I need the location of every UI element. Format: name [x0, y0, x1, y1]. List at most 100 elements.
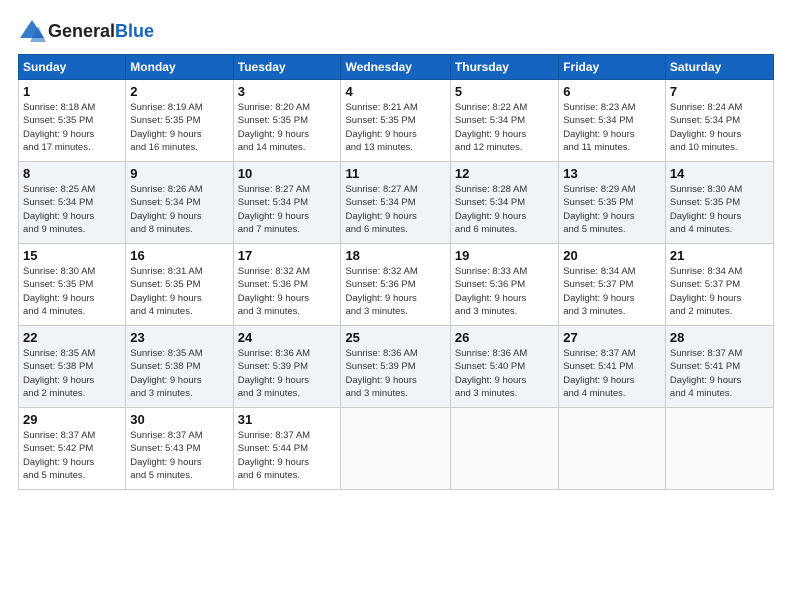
day-cell: 29 Sunrise: 8:37 AM Sunset: 5:42 PM Dayli…: [19, 408, 126, 490]
day-cell: 7 Sunrise: 8:24 AM Sunset: 5:34 PM Daylig…: [665, 80, 773, 162]
day-number: 17: [238, 248, 337, 263]
day-info: Sunrise: 8:37 AM Sunset: 5:41 PM Dayligh…: [670, 347, 769, 400]
day-cell: [341, 408, 450, 490]
calendar-header: Sunday Monday Tuesday Wednesday Thursday…: [19, 55, 774, 80]
calendar: Sunday Monday Tuesday Wednesday Thursday…: [18, 54, 774, 490]
day-cell: 4 Sunrise: 8:21 AM Sunset: 5:35 PM Daylig…: [341, 80, 450, 162]
day-number: 29: [23, 412, 121, 427]
day-info: Sunrise: 8:19 AM Sunset: 5:35 PM Dayligh…: [130, 101, 228, 154]
day-number: 25: [345, 330, 445, 345]
day-info: Sunrise: 8:28 AM Sunset: 5:34 PM Dayligh…: [455, 183, 554, 236]
day-number: 9: [130, 166, 228, 181]
day-number: 15: [23, 248, 121, 263]
week-row-3: 15Sunrise: 8:30 AM Sunset: 5:35 PM Dayli…: [19, 244, 774, 326]
day-info: Sunrise: 8:35 AM Sunset: 5:38 PM Dayligh…: [23, 347, 121, 400]
day-info: Sunrise: 8:20 AM Sunset: 5:35 PM Dayligh…: [238, 101, 337, 154]
day-cell: 2Sunrise: 8:19 AM Sunset: 5:35 PM Daylig…: [126, 80, 233, 162]
day-info: Sunrise: 8:26 AM Sunset: 5:34 PM Dayligh…: [130, 183, 228, 236]
day-number: 5: [455, 84, 554, 99]
day-cell: 1Sunrise: 8:18 AM Sunset: 5:35 PM Daylig…: [19, 80, 126, 162]
col-sunday: Sunday: [19, 55, 126, 80]
day-cell: 11 Sunrise: 8:27 AM Sunset: 5:34 PM Dayli…: [341, 162, 450, 244]
header-row: Sunday Monday Tuesday Wednesday Thursday…: [19, 55, 774, 80]
day-number: 6: [563, 84, 661, 99]
day-number: 13: [563, 166, 661, 181]
day-number: 23: [130, 330, 228, 345]
day-cell: 16Sunrise: 8:31 AM Sunset: 5:35 PM Dayli…: [126, 244, 233, 326]
day-number: 28: [670, 330, 769, 345]
day-cell: 17 Sunrise: 8:32 AM Sunset: 5:36 PM Dayli…: [233, 244, 341, 326]
day-cell: 10 Sunrise: 8:27 AM Sunset: 5:34 PM Dayli…: [233, 162, 341, 244]
col-wednesday: Wednesday: [341, 55, 450, 80]
day-info: Sunrise: 8:35 AM Sunset: 5:38 PM Dayligh…: [130, 347, 228, 400]
day-cell: [665, 408, 773, 490]
day-cell: 22 Sunrise: 8:35 AM Sunset: 5:38 PM Dayli…: [19, 326, 126, 408]
day-cell: 9 Sunrise: 8:26 AM Sunset: 5:34 PM Daylig…: [126, 162, 233, 244]
day-cell: 3 Sunrise: 8:20 AM Sunset: 5:35 PM Daylig…: [233, 80, 341, 162]
day-cell: 15Sunrise: 8:30 AM Sunset: 5:35 PM Dayli…: [19, 244, 126, 326]
col-monday: Monday: [126, 55, 233, 80]
day-cell: 25 Sunrise: 8:36 AM Sunset: 5:39 PM Dayli…: [341, 326, 450, 408]
day-cell: [450, 408, 558, 490]
page: GeneralBlue Sunday Monday Tuesday Wednes…: [0, 0, 792, 612]
day-cell: 14 Sunrise: 8:30 AM Sunset: 5:35 PM Dayli…: [665, 162, 773, 244]
logo-blue: Blue: [115, 21, 154, 41]
day-number: 26: [455, 330, 554, 345]
logo-general: General: [48, 21, 115, 41]
day-number: 11: [345, 166, 445, 181]
day-number: 10: [238, 166, 337, 181]
week-row-2: 8Sunrise: 8:25 AM Sunset: 5:34 PM Daylig…: [19, 162, 774, 244]
day-info: Sunrise: 8:33 AM Sunset: 5:36 PM Dayligh…: [455, 265, 554, 318]
day-info: Sunrise: 8:32 AM Sunset: 5:36 PM Dayligh…: [345, 265, 445, 318]
logo: GeneralBlue: [18, 18, 154, 46]
day-number: 14: [670, 166, 769, 181]
week-row-4: 22 Sunrise: 8:35 AM Sunset: 5:38 PM Dayli…: [19, 326, 774, 408]
day-info: Sunrise: 8:36 AM Sunset: 5:40 PM Dayligh…: [455, 347, 554, 400]
day-cell: 21Sunrise: 8:34 AM Sunset: 5:37 PM Dayli…: [665, 244, 773, 326]
calendar-body: 1Sunrise: 8:18 AM Sunset: 5:35 PM Daylig…: [19, 80, 774, 490]
day-number: 24: [238, 330, 337, 345]
day-number: 16: [130, 248, 228, 263]
day-cell: 24Sunrise: 8:36 AM Sunset: 5:39 PM Dayli…: [233, 326, 341, 408]
header: GeneralBlue: [18, 18, 774, 46]
day-number: 4: [345, 84, 445, 99]
day-cell: 13 Sunrise: 8:29 AM Sunset: 5:35 PM Dayli…: [559, 162, 666, 244]
day-info: Sunrise: 8:22 AM Sunset: 5:34 PM Dayligh…: [455, 101, 554, 154]
col-friday: Friday: [559, 55, 666, 80]
day-info: Sunrise: 8:36 AM Sunset: 5:39 PM Dayligh…: [345, 347, 445, 400]
day-cell: 19Sunrise: 8:33 AM Sunset: 5:36 PM Dayli…: [450, 244, 558, 326]
day-info: Sunrise: 8:37 AM Sunset: 5:41 PM Dayligh…: [563, 347, 661, 400]
day-info: Sunrise: 8:18 AM Sunset: 5:35 PM Dayligh…: [23, 101, 121, 154]
day-cell: 31 Sunrise: 8:37 AM Sunset: 5:44 PM Dayli…: [233, 408, 341, 490]
day-info: Sunrise: 8:27 AM Sunset: 5:34 PM Dayligh…: [345, 183, 445, 236]
day-number: 21: [670, 248, 769, 263]
day-number: 3: [238, 84, 337, 99]
day-cell: 6Sunrise: 8:23 AM Sunset: 5:34 PM Daylig…: [559, 80, 666, 162]
week-row-5: 29 Sunrise: 8:37 AM Sunset: 5:42 PM Dayli…: [19, 408, 774, 490]
day-number: 31: [238, 412, 337, 427]
day-cell: 5 Sunrise: 8:22 AM Sunset: 5:34 PM Daylig…: [450, 80, 558, 162]
day-number: 22: [23, 330, 121, 345]
day-number: 8: [23, 166, 121, 181]
day-info: Sunrise: 8:29 AM Sunset: 5:35 PM Dayligh…: [563, 183, 661, 236]
day-info: Sunrise: 8:37 AM Sunset: 5:44 PM Dayligh…: [238, 429, 337, 482]
col-saturday: Saturday: [665, 55, 773, 80]
day-info: Sunrise: 8:37 AM Sunset: 5:42 PM Dayligh…: [23, 429, 121, 482]
col-thursday: Thursday: [450, 55, 558, 80]
day-cell: 28 Sunrise: 8:37 AM Sunset: 5:41 PM Dayli…: [665, 326, 773, 408]
day-number: 18: [345, 248, 445, 263]
day-info: Sunrise: 8:24 AM Sunset: 5:34 PM Dayligh…: [670, 101, 769, 154]
day-info: Sunrise: 8:30 AM Sunset: 5:35 PM Dayligh…: [670, 183, 769, 236]
day-cell: 27Sunrise: 8:37 AM Sunset: 5:41 PM Dayli…: [559, 326, 666, 408]
day-number: 7: [670, 84, 769, 99]
day-info: Sunrise: 8:27 AM Sunset: 5:34 PM Dayligh…: [238, 183, 337, 236]
day-cell: 20Sunrise: 8:34 AM Sunset: 5:37 PM Dayli…: [559, 244, 666, 326]
day-cell: 8Sunrise: 8:25 AM Sunset: 5:34 PM Daylig…: [19, 162, 126, 244]
day-info: Sunrise: 8:21 AM Sunset: 5:35 PM Dayligh…: [345, 101, 445, 154]
col-tuesday: Tuesday: [233, 55, 341, 80]
day-cell: 23 Sunrise: 8:35 AM Sunset: 5:38 PM Dayli…: [126, 326, 233, 408]
day-cell: 18 Sunrise: 8:32 AM Sunset: 5:36 PM Dayli…: [341, 244, 450, 326]
day-info: Sunrise: 8:37 AM Sunset: 5:43 PM Dayligh…: [130, 429, 228, 482]
day-info: Sunrise: 8:32 AM Sunset: 5:36 PM Dayligh…: [238, 265, 337, 318]
day-cell: [559, 408, 666, 490]
